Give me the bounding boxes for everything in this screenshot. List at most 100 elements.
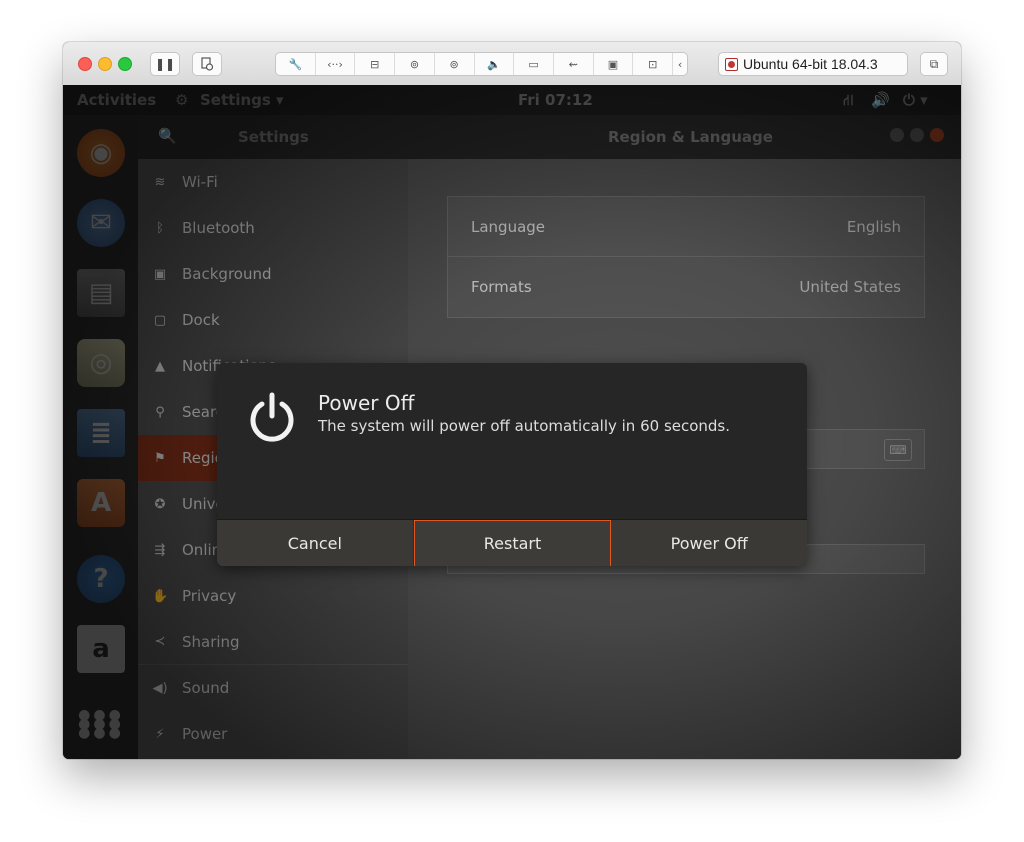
sidebar-item-label: Dock xyxy=(182,311,220,329)
wifi-icon: ≋ xyxy=(154,174,166,190)
sidebar-item-dock[interactable]: ▢ Dock xyxy=(138,297,408,343)
close-window-button[interactable] xyxy=(78,57,92,71)
region-icon: ⚑ xyxy=(154,450,166,466)
wrench-icon: 🔧 xyxy=(288,57,303,71)
settings-header-title: Settings xyxy=(238,128,309,146)
language-label: Language xyxy=(471,217,546,236)
language-value: English xyxy=(846,217,901,236)
floppy-icon: ▣ xyxy=(607,57,619,71)
floppy-button[interactable]: ▣ xyxy=(594,53,634,75)
sidebar-item-label: Background xyxy=(182,265,272,283)
sidebar-item-bluetooth[interactable]: ᛒ Bluetooth xyxy=(138,205,408,251)
cd-drive-button[interactable]: ⊚ xyxy=(395,53,435,75)
collapse-toolbar-button[interactable]: ‹ xyxy=(673,53,687,75)
accessibility-icon: ✪ xyxy=(154,496,166,512)
app-menu[interactable]: Settings ▾ xyxy=(200,91,284,109)
software-center-icon[interactable]: A xyxy=(77,479,125,527)
sound-button[interactable]: 🔈 xyxy=(475,53,515,75)
volume-icon[interactable]: 🔊 xyxy=(871,91,890,109)
network-button[interactable]: ‹··› xyxy=(316,53,356,75)
amazon-icon[interactable]: a xyxy=(77,625,125,673)
activities-button[interactable]: Activities xyxy=(77,91,156,109)
close-button[interactable] xyxy=(930,128,944,142)
show-applications-icon[interactable]: ●●● ●●● ●●● xyxy=(77,700,125,748)
vm-icon xyxy=(725,57,738,71)
bluetooth-icon: ᛒ xyxy=(156,220,164,236)
cd-drive-2-button[interactable]: ⊚ xyxy=(435,53,475,75)
sound-icon: ◀) xyxy=(152,680,168,696)
cancel-button[interactable]: Cancel xyxy=(217,520,414,566)
formats-row[interactable]: Formats United States xyxy=(448,257,924,317)
help-icon[interactable]: ? xyxy=(77,555,125,603)
power-icon xyxy=(250,392,294,442)
gear-icon: ⚙ xyxy=(175,91,189,109)
settings-wrench-button[interactable]: 🔧 xyxy=(276,53,316,75)
snapshot-button[interactable] xyxy=(192,52,222,76)
minimize-button[interactable] xyxy=(890,128,904,142)
unity-mode-button[interactable]: ⧉ xyxy=(920,52,948,76)
pause-button[interactable]: ❚❚ xyxy=(150,52,180,76)
sidebar-item-power[interactable]: ⚡ Power xyxy=(138,711,408,757)
sidebar-item-label: Wi-Fi xyxy=(182,173,218,191)
sidebar-item-wifi[interactable]: ≋ Wi-Fi xyxy=(138,159,408,205)
power-off-dialog: Power Off The system will power off auto… xyxy=(217,363,807,566)
background-icon: ▣ xyxy=(153,266,167,282)
ubuntu-dock: ◉ ✉ ▤ ◎ ≣ A ? a ●●● ●●● ●●● xyxy=(63,115,138,759)
files-icon[interactable]: ▤ xyxy=(77,269,125,317)
keyboard-icon[interactable]: ⌨ xyxy=(884,439,912,461)
sidebar-item-privacy[interactable]: ✋ Privacy xyxy=(138,573,408,619)
formats-label: Formats xyxy=(471,278,532,296)
cd-drive-icon: ⊚ xyxy=(449,57,459,71)
dialog-actions: Cancel Restart Power Off xyxy=(217,519,807,566)
language-row[interactable]: Language English xyxy=(448,197,924,257)
maximize-button[interactable] xyxy=(910,128,924,142)
sidebar-item-label: Sharing xyxy=(182,632,240,651)
camera-button[interactable]: ▭ xyxy=(514,53,554,75)
hard-disk-icon: ⊟ xyxy=(370,57,380,71)
usb-button[interactable]: ⇜ xyxy=(554,53,594,75)
sidebar-item-label: Privacy xyxy=(182,587,237,605)
search-icon[interactable]: 🔍 xyxy=(158,127,177,145)
sidebar-item-sharing[interactable]: ≺ Sharing xyxy=(138,619,408,665)
gnome-top-bar: Activities ⚙ Settings ▾ Fri 07:12 ⛙ 🔊 ⏻ … xyxy=(63,85,961,115)
rhythmbox-icon[interactable]: ◎ xyxy=(77,339,125,387)
power-menu-icon[interactable]: ⏻ ▾ xyxy=(903,91,928,109)
zoom-window-button[interactable] xyxy=(118,57,132,71)
network-icon[interactable]: ⛙ xyxy=(843,91,854,111)
sidebar-item-background[interactable]: ▣ Background xyxy=(138,251,408,297)
window-overlap-icon: ⧉ xyxy=(929,56,939,71)
shared-folder-icon: ⊡ xyxy=(648,57,658,71)
device-toolbar: 🔧 ‹··› ⊟ ⊚ ⊚ 🔈 ▭ ⇜ ▣ ⊡ ‹ xyxy=(275,52,688,76)
snapshot-icon xyxy=(201,57,214,71)
firefox-icon[interactable]: ◉ xyxy=(77,129,125,177)
vmware-window: ❚❚ 🔧 ‹··› ⊟ ⊚ ⊚ 🔈 ▭ ⇜ ▣ ⊡ ‹ Ubuntu 64-bi… xyxy=(63,42,961,759)
dialog-message: The system will power off automatically … xyxy=(318,417,731,435)
vm-title-text: Ubuntu 64-bit 18.04.3 xyxy=(743,56,878,72)
hard-disk-button[interactable]: ⊟ xyxy=(355,53,396,75)
dock-icon: ▢ xyxy=(153,312,167,328)
vm-toolbar: ❚❚ 🔧 ‹··› ⊟ ⊚ ⊚ 🔈 ▭ ⇜ ▣ ⊡ ‹ Ubuntu 64-bi… xyxy=(63,42,961,86)
guest-screen: Activities ⚙ Settings ▾ Fri 07:12 ⛙ 🔊 ⏻ … xyxy=(63,85,961,759)
settings-header-bar: 🔍 Settings Region & Language xyxy=(138,115,961,159)
bell-icon: ▲ xyxy=(155,358,165,374)
usb-icon: ⇜ xyxy=(568,57,578,71)
power-off-button[interactable]: Power Off xyxy=(611,520,807,566)
libreoffice-writer-icon[interactable]: ≣ xyxy=(77,409,125,457)
online-accounts-icon: ⇶ xyxy=(154,542,166,558)
thunderbird-icon[interactable]: ✉ xyxy=(77,199,125,247)
privacy-icon: ✋ xyxy=(152,588,169,604)
network-arrows-icon: ‹··› xyxy=(327,57,343,71)
sharing-icon: ≺ xyxy=(154,634,166,649)
search-icon: ⚲ xyxy=(155,404,165,420)
minimize-window-button[interactable] xyxy=(98,57,112,71)
sidebar-item-sound[interactable]: ◀) Sound xyxy=(138,665,408,711)
clock[interactable]: Fri 07:12 xyxy=(518,91,593,109)
panel-title: Region & Language xyxy=(608,128,773,146)
cd-drive-icon: ⊚ xyxy=(409,57,420,71)
restart-button[interactable]: Restart xyxy=(413,520,612,566)
pause-icon: ❚❚ xyxy=(154,57,176,71)
dialog-title: Power Off xyxy=(318,391,415,415)
shared-folder-button[interactable]: ⊡ xyxy=(633,53,674,75)
language-formats-box: Language English Formats United States xyxy=(447,196,925,318)
formats-value: United States xyxy=(799,278,901,296)
